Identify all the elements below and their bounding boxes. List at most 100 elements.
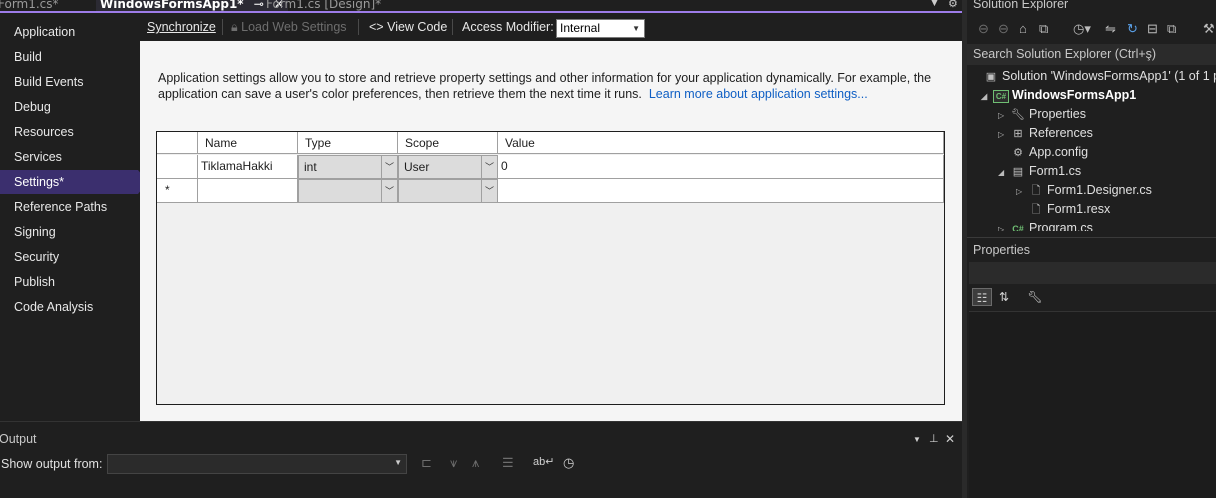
setting-scope-combo[interactable]: User ﹀: [398, 155, 498, 179]
tree-item-app-config[interactable]: ⚙ App.config: [1010, 143, 1088, 162]
output-title: Output: [0, 432, 37, 446]
tabs-dropdown-icon[interactable]: ▼: [931, 0, 938, 8]
nav-item-publish[interactable]: Publish: [0, 270, 138, 294]
nav-item-build[interactable]: Build: [0, 45, 138, 69]
tab-windowsformsapp1[interactable]: WindowsFormsApp1* ⊸ ✕: [96, 0, 289, 11]
word-wrap-icon[interactable]: ab↵: [533, 455, 554, 468]
setting-name-cell[interactable]: TiklamaHakki: [198, 155, 298, 179]
collapsed-chevron-icon[interactable]: ▷: [998, 220, 1010, 231]
nav-item-services[interactable]: Services: [0, 145, 138, 169]
pin-icon[interactable]: ⊥: [929, 432, 939, 445]
previous-message-icon[interactable]: ⩛: [450, 455, 457, 471]
setting-type-combo[interactable]: int ﹀: [298, 155, 398, 179]
learn-more-link[interactable]: Learn more about application settings...: [649, 87, 868, 101]
nav-item-debug[interactable]: Debug: [0, 95, 138, 119]
collapsed-chevron-icon[interactable]: ▷: [1016, 182, 1028, 201]
nav-item-application[interactable]: Application: [0, 20, 138, 44]
output-panel: Output ▼ ⊥ ✕ Show output from: ▼ ⊏ ⩛ ⩚ ☰…: [0, 421, 962, 498]
collapsed-chevron-icon[interactable]: ▷: [998, 125, 1010, 144]
expanded-chevron-icon[interactable]: ◢: [981, 87, 993, 106]
output-source-select[interactable]: ▼: [107, 454, 407, 474]
form-icon: ▤: [1012, 166, 1024, 178]
tree-item-project[interactable]: ◢ C# WindowsFormsApp1: [981, 86, 1136, 105]
window-dropdown-icon[interactable]: ▼: [913, 435, 921, 444]
sync-icon[interactable]: ⇋: [1105, 21, 1116, 37]
settings-toolbar: Synchronize 🔒︎ Load Web Settings <> View…: [140, 13, 962, 41]
nav-item-code-analysis[interactable]: Code Analysis: [0, 295, 138, 319]
home-icon[interactable]: ⌂: [1019, 21, 1027, 36]
chevron-down-icon[interactable]: ﹀: [381, 180, 397, 202]
properties-object-selector[interactable]: [969, 262, 1216, 284]
column-header-name[interactable]: Name: [198, 132, 298, 154]
nav-item-reference-paths[interactable]: Reference Paths: [0, 195, 138, 219]
column-header-scope[interactable]: Scope: [398, 132, 498, 154]
tree-item-form1[interactable]: ◢ ▤ Form1.cs: [998, 162, 1081, 181]
forward-icon[interactable]: ⊖: [998, 21, 1009, 37]
new-setting-scope-combo[interactable]: ﹀: [398, 179, 498, 203]
expanded-chevron-icon[interactable]: ◢: [998, 163, 1010, 182]
tree-item-program[interactable]: ▷ C# Program.cs: [998, 219, 1093, 231]
nav-item-settings[interactable]: Settings*: [0, 170, 148, 194]
gear-icon[interactable]: ⚙: [948, 0, 958, 10]
tree-item-label: App.config: [1029, 145, 1089, 159]
settings-description: Application settings allow you to store …: [158, 70, 948, 102]
tree-item-label: Properties: [1029, 107, 1086, 121]
new-setting-name-cell[interactable]: [198, 179, 298, 203]
tree-item-solution[interactable]: ▣ Solution 'WindowsFormsApp1' (1 of 1 p: [983, 67, 1216, 86]
chevron-down-icon[interactable]: ﹀: [481, 156, 497, 178]
tree-item-label: Solution 'WindowsFormsApp1' (1 of 1 p: [1002, 69, 1216, 83]
history-icon[interactable]: ◷▾: [1073, 21, 1091, 37]
row-header[interactable]: [157, 155, 198, 179]
collapsed-chevron-icon[interactable]: ▷: [998, 106, 1010, 125]
file-icon: 🗋: [1031, 185, 1041, 197]
pin-tab-icon[interactable]: ⊸: [254, 0, 264, 11]
properties-panel: Properties ☷ ⇅ 🔧︎: [967, 237, 1216, 498]
nav-item-resources[interactable]: Resources: [0, 120, 138, 144]
column-header-type[interactable]: Type: [298, 132, 398, 154]
tree-item-label: WindowsFormsApp1: [1012, 88, 1137, 102]
web-settings-icon: 🔒︎: [231, 20, 242, 34]
back-icon[interactable]: ⊖: [978, 21, 989, 37]
tree-item-references[interactable]: ▷ ⊞ References: [998, 124, 1093, 143]
solution-icon: ▣: [985, 71, 997, 83]
tab-label: WindowsFormsApp1*: [100, 0, 244, 11]
tab-form1-design[interactable]: Form1.cs [Design]*: [266, 0, 381, 11]
tree-item-form1-resx[interactable]: 🗋 Form1.resx: [1028, 200, 1111, 219]
nav-item-build-events[interactable]: Build Events: [0, 70, 138, 94]
column-header-value[interactable]: Value: [498, 132, 944, 154]
property-pages-icon[interactable]: 🔧︎: [1025, 288, 1045, 306]
chevron-down-icon: ▼: [632, 24, 640, 33]
chevron-down-icon[interactable]: ﹀: [381, 156, 397, 178]
access-modifier-select[interactable]: Internal ▼: [556, 19, 645, 38]
clear-all-icon[interactable]: ☰: [502, 455, 514, 471]
new-setting-type-combo[interactable]: ﹀: [298, 179, 398, 203]
refresh-icon[interactable]: ↻: [1127, 21, 1138, 37]
tree-item-properties[interactable]: ▷ 🔧︎ Properties: [998, 105, 1086, 124]
row-header-corner: [157, 132, 198, 154]
view-code-button[interactable]: <> View Code: [369, 20, 447, 34]
solution-explorer-search-input[interactable]: Search Solution Explorer (Ctrl+ş): [967, 44, 1216, 65]
show-all-files-icon[interactable]: ⧉: [1167, 21, 1176, 37]
find-message-icon[interactable]: ⊏: [421, 455, 432, 471]
load-web-settings-button[interactable]: 🔒︎ Load Web Settings: [231, 20, 347, 35]
new-setting-value-cell[interactable]: [498, 179, 944, 203]
setting-value-cell[interactable]: 0: [498, 155, 944, 179]
next-message-icon[interactable]: ⩚: [472, 455, 479, 471]
collapse-all-icon[interactable]: ⊟: [1147, 21, 1158, 37]
code-icon: <>: [369, 20, 384, 34]
wrench-icon[interactable]: ⚒: [1203, 21, 1215, 37]
nav-item-signing[interactable]: Signing: [0, 220, 138, 244]
switch-views-icon[interactable]: ⧉: [1039, 21, 1048, 37]
synchronize-button[interactable]: Synchronize: [147, 20, 216, 34]
chevron-down-icon[interactable]: ﹀: [481, 180, 497, 202]
tab-form1-cs[interactable]: Form1.cs*: [0, 0, 59, 11]
view-code-label: View Code: [387, 20, 448, 34]
new-row-marker[interactable]: *: [157, 179, 198, 203]
alphabetical-sort-icon[interactable]: ⇅: [994, 288, 1014, 306]
close-icon[interactable]: ✕: [945, 432, 955, 446]
nav-item-security[interactable]: Security: [0, 245, 138, 269]
clock-icon[interactable]: ◷: [563, 455, 574, 471]
categorized-icon[interactable]: ☷: [972, 288, 992, 306]
tree-item-form1-designer[interactable]: ▷ 🗋 Form1.Designer.cs: [1016, 181, 1152, 200]
access-modifier-value: Internal: [560, 21, 601, 35]
